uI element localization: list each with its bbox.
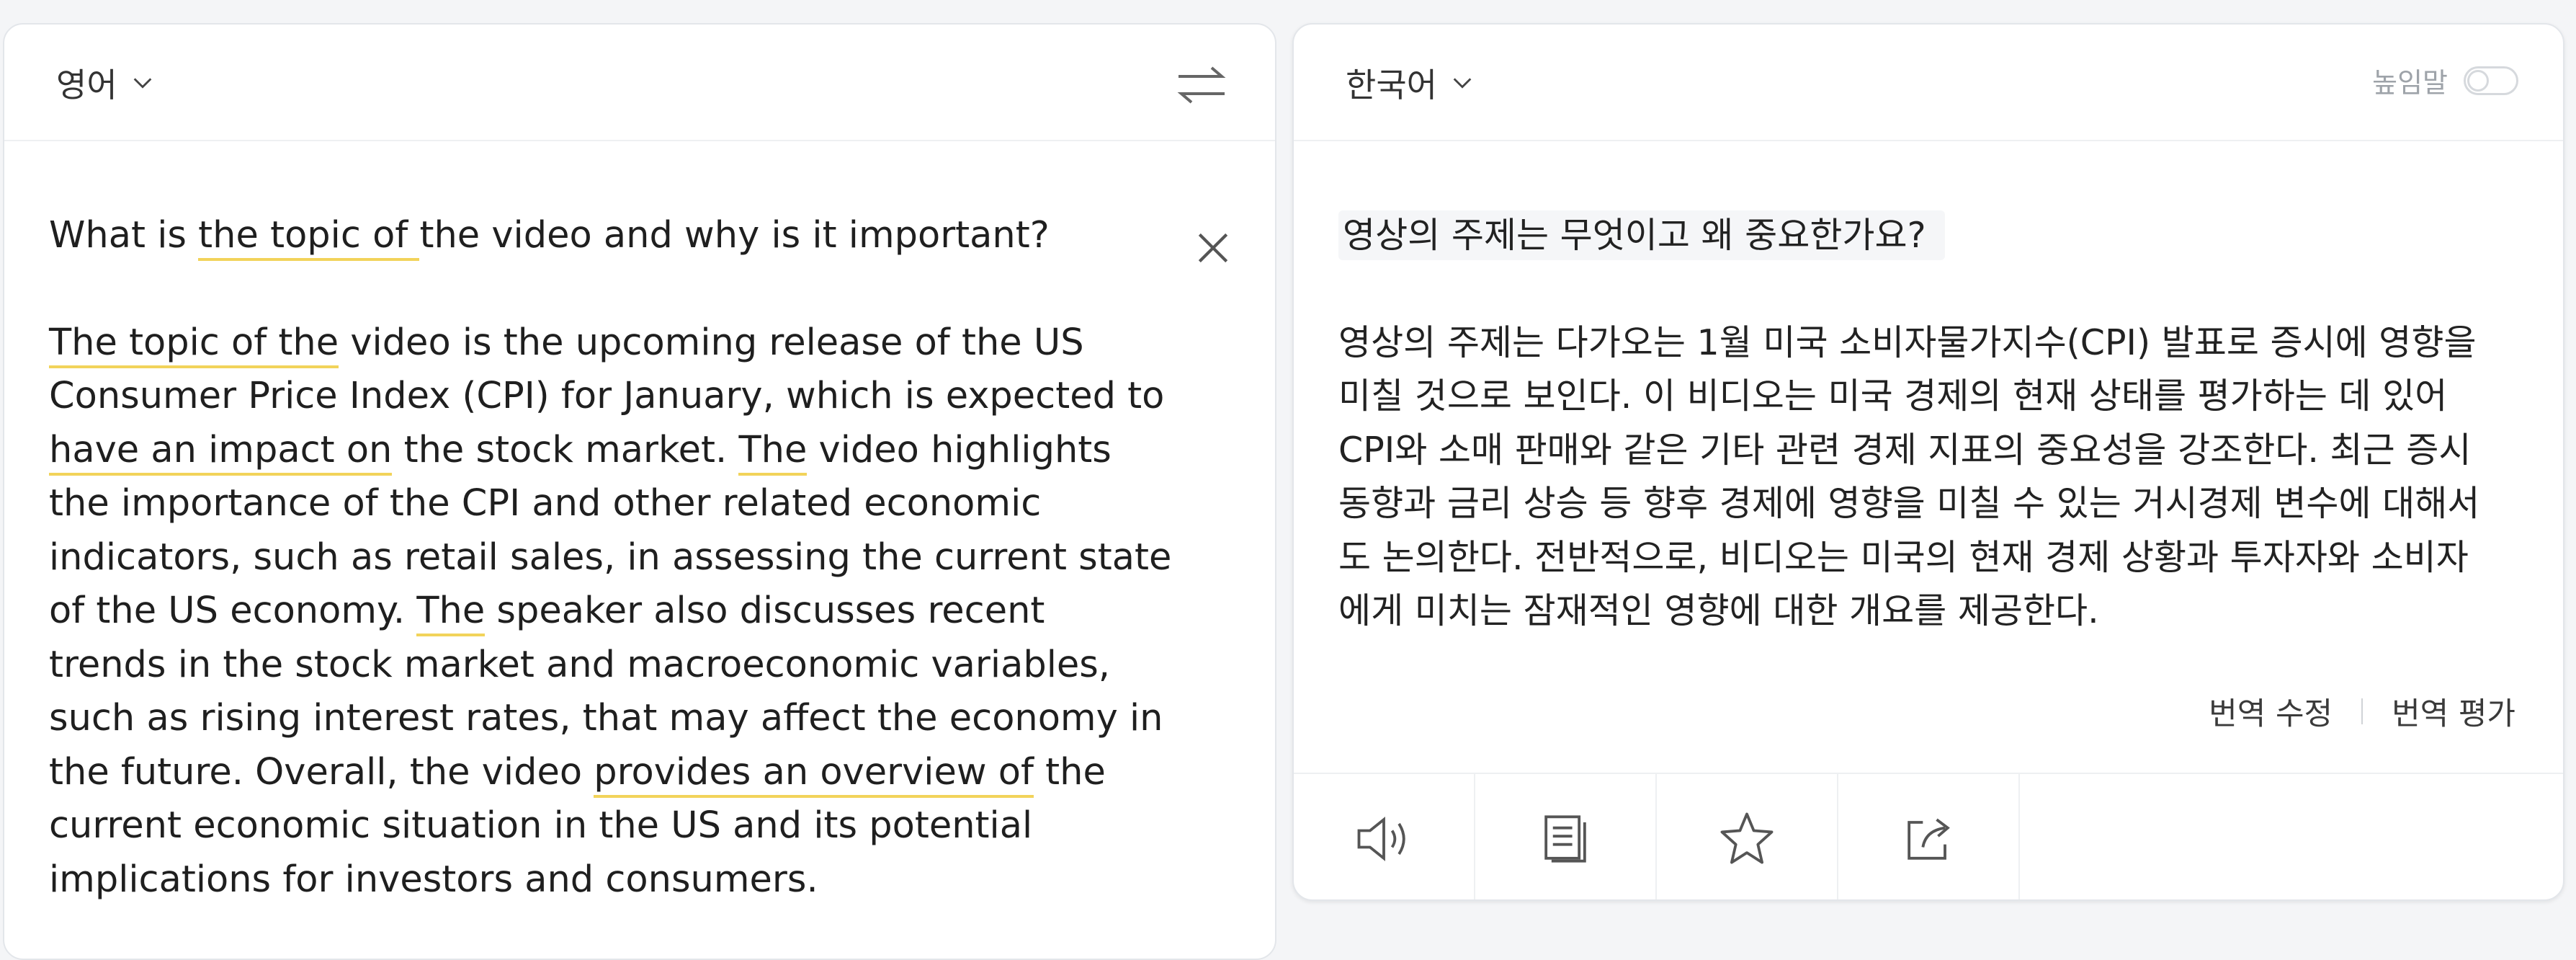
- source-textarea[interactable]: What is the topic of the video and why i…: [49, 209, 1173, 907]
- listen-button[interactable]: [1294, 774, 1475, 899]
- target-language-select[interactable]: 한국어: [1346, 58, 1475, 108]
- honorific-setting: 높임말: [2372, 61, 2518, 100]
- rate-translation-button[interactable]: 번역 평가: [2392, 689, 2515, 734]
- text-segment: the stock market.: [392, 428, 739, 471]
- target-language-label: 한국어: [1346, 66, 1437, 105]
- source-panel: 영어 What is the topic of the video and wh…: [3, 23, 1276, 960]
- honorific-toggle[interactable]: [2464, 66, 2518, 95]
- honorific-label: 높임말: [2372, 67, 2448, 99]
- highlighted-phrase[interactable]: the topic of: [198, 214, 420, 261]
- target-question: 영상의 주제는 무엇이고 왜 중요한가요?: [1338, 209, 2491, 263]
- copy-button[interactable]: [1475, 774, 1657, 899]
- share-icon: [1908, 818, 1950, 860]
- target-question-text: 영상의 주제는 무엇이고 왜 중요한가요?: [1338, 210, 1945, 260]
- source-language-select[interactable]: 영어: [56, 58, 155, 108]
- swap-languages-icon[interactable]: [1173, 56, 1230, 114]
- text-segment: What is: [49, 214, 199, 257]
- divider: [2361, 698, 2363, 724]
- favorite-button[interactable]: [1657, 774, 1838, 899]
- close-icon[interactable]: [1193, 228, 1233, 268]
- chevron-down-icon: [133, 78, 151, 89]
- star-icon: [1720, 812, 1774, 864]
- highlighted-phrase[interactable]: The: [416, 590, 486, 636]
- source-header: 영어: [4, 25, 1275, 141]
- source-question: What is the topic of the video and why i…: [49, 209, 1173, 263]
- text-segment: the video and why is it important?: [419, 214, 1050, 257]
- target-body: 영상의 주제는 다가오는 1월 미국 소비자물가지수(CPI) 발표로 증시에 …: [1338, 321, 2480, 632]
- target-header: 한국어 높임말: [1294, 25, 2563, 141]
- highlighted-phrase[interactable]: have an impact on: [49, 428, 393, 476]
- edit-translation-button[interactable]: 번역 수정: [2209, 689, 2333, 734]
- highlighted-phrase[interactable]: provides an overview of: [594, 750, 1034, 798]
- source-body: The topic of the video is the upcoming r…: [49, 316, 1173, 907]
- source-language-label: 영어: [56, 66, 117, 105]
- target-panel: 한국어 높임말 영상의 주제는 무엇이고 왜 중요한가요? 영상의 주제는 다가…: [1292, 23, 2564, 901]
- copy-icon: [1544, 815, 1586, 863]
- translation-actions: 번역 수정 번역 평가: [2209, 689, 2515, 734]
- translation-output: 영상의 주제는 무엇이고 왜 중요한가요? 영상의 주제는 다가오는 1월 미국…: [1338, 209, 2491, 639]
- chevron-down-icon: [1453, 78, 1472, 89]
- output-toolbar: [1294, 773, 2563, 899]
- toggle-knob: [2467, 69, 2489, 92]
- highlighted-phrase[interactable]: The topic of the: [49, 321, 339, 368]
- speaker-icon: [1357, 817, 1405, 861]
- share-button[interactable]: [1838, 774, 2020, 899]
- highlighted-phrase[interactable]: The: [738, 428, 808, 476]
